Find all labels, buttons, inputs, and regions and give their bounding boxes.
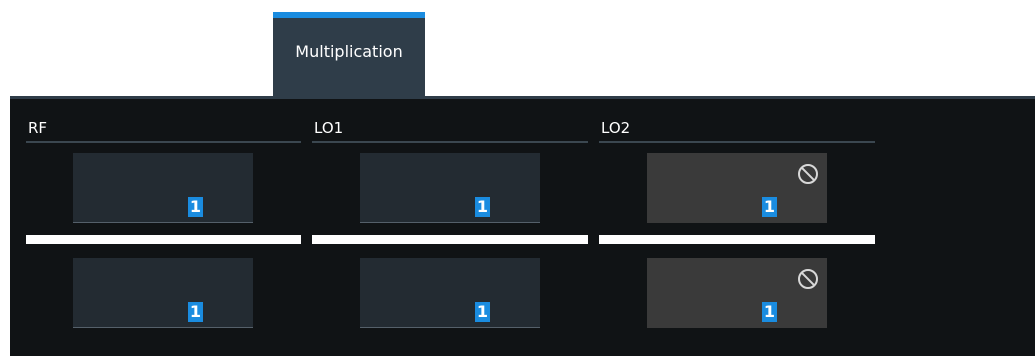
lo1-numerator-value: 1 [474,197,490,217]
lo1-denominator-value: 1 [474,302,490,322]
lo2-denominator-value: 1 [761,302,777,322]
field-underline [360,222,540,223]
rf-fraction-bar [26,235,301,244]
column-header-label: LO2 [601,119,631,137]
column-header-lo1: LO1 [312,119,588,143]
tab-active-indicator [273,12,425,18]
rf-denominator-value: 1 [187,302,203,322]
column-header-lo2: LO2 [599,119,875,143]
rf-numerator-field[interactable]: 1 [73,153,253,223]
lo1-denominator-field[interactable]: 1 [360,258,540,328]
column-header-label: RF [28,119,48,137]
field-underline [73,327,253,328]
field-underline [73,222,253,223]
field-underline [360,327,540,328]
rf-numerator-value: 1 [187,197,203,217]
tab-multiplication[interactable]: Multiplication [273,12,425,91]
multiplication-panel: RF 1 1 LO1 1 1 LO2 1 1 [10,96,1035,356]
rf-denominator-field[interactable]: 1 [73,258,253,328]
lo1-fraction-bar [312,235,588,244]
lo2-numerator-value: 1 [761,197,777,217]
lo1-numerator-field[interactable]: 1 [360,153,540,223]
column-header-rf: RF [26,119,301,143]
column-header-label: LO1 [314,119,344,137]
no-entry-icon [798,269,818,289]
lo2-fraction-bar [599,235,875,244]
lo2-denominator-field[interactable]: 1 [647,258,827,328]
no-entry-icon [798,164,818,184]
tab-label: Multiplication [295,42,403,61]
lo2-numerator-field[interactable]: 1 [647,153,827,223]
